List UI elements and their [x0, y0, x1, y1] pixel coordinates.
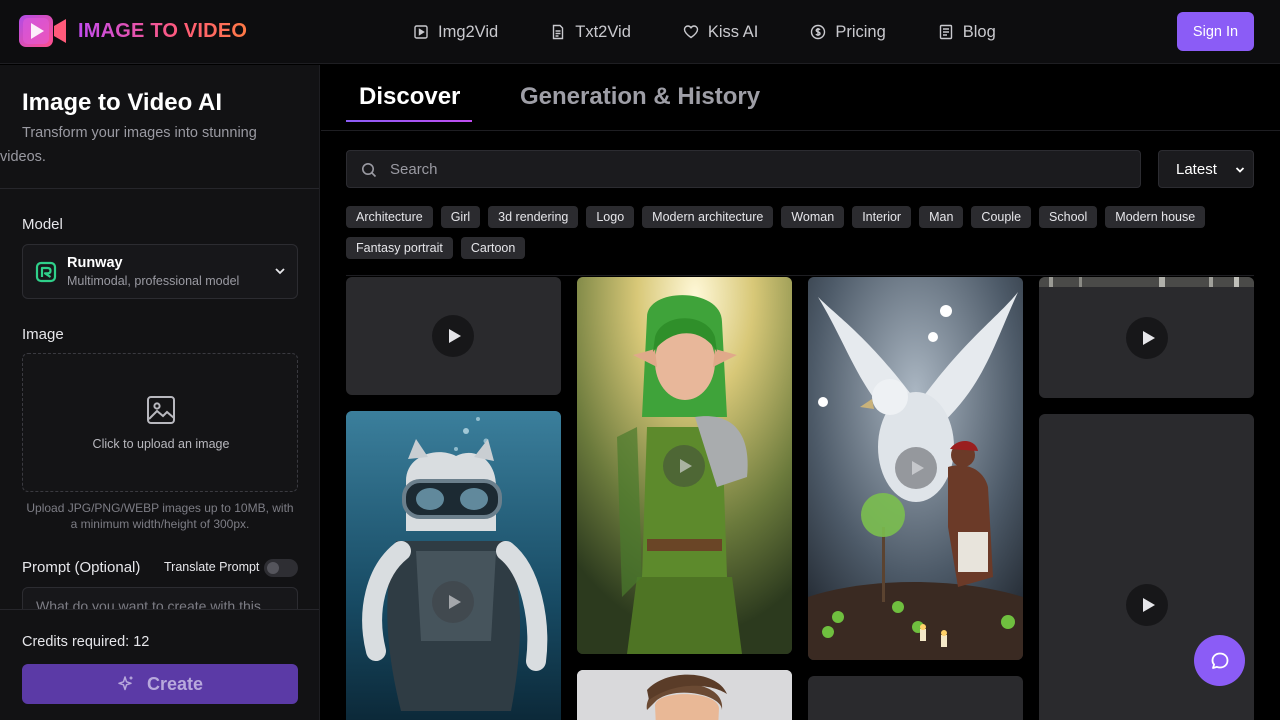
search-icon	[362, 163, 377, 178]
video-card[interactable]	[808, 676, 1023, 720]
tag-filter-list: Architecture Girl 3d rendering Logo Mode…	[346, 206, 1226, 259]
main-nav: Img2Vid Txt2Vid Kiss AI Pricing Blog	[413, 0, 1048, 64]
prompt-label: Prompt (Optional)	[22, 559, 141, 576]
gallery-top-divider	[346, 275, 1254, 276]
image-upload-dropzone[interactable]: Click to upload an image	[22, 353, 298, 492]
runway-logo-icon	[35, 261, 57, 283]
play-icon[interactable]	[663, 445, 705, 487]
tag-modern-architecture[interactable]: Modern architecture	[642, 206, 774, 228]
video-card[interactable]	[346, 411, 561, 720]
tag-man[interactable]: Man	[919, 206, 964, 228]
nav-txt2vid-label: Txt2Vid	[575, 22, 631, 41]
video-card[interactable]	[808, 277, 1023, 660]
tag-couple[interactable]: Couple	[971, 206, 1032, 228]
tag-interior[interactable]: Interior	[852, 206, 912, 228]
video-card[interactable]	[577, 277, 792, 654]
sort-select[interactable]: Latest	[1158, 150, 1254, 188]
translate-prompt-toggle[interactable]	[264, 559, 298, 577]
play-icon[interactable]	[432, 315, 474, 357]
tag-cartoon[interactable]: Cartoon	[460, 237, 526, 259]
tab-discover[interactable]: Discover	[359, 83, 460, 111]
active-tab-underline	[346, 120, 472, 122]
model-select[interactable]: Runway Multimodal, professional model	[22, 244, 298, 299]
chat-support-button[interactable]	[1194, 635, 1245, 686]
tab-generation-history[interactable]: Generation & History	[520, 83, 760, 111]
model-name: Runway	[67, 255, 123, 271]
sidebar-divider	[0, 188, 319, 189]
nav-txt2vid[interactable]: Txt2Vid	[550, 23, 631, 42]
upload-hint: Upload JPG/PNG/WEBP images up to 10MB, w…	[26, 501, 294, 531]
video-card[interactable]	[577, 670, 792, 720]
play-icon[interactable]	[1126, 317, 1168, 359]
chat-bubble-icon	[1211, 652, 1228, 669]
video-thumbnail-cartoon-man	[577, 670, 792, 720]
tag-girl[interactable]: Girl	[440, 206, 481, 228]
sidebar-title: Image to Video AI	[22, 89, 223, 116]
sidebar-subtitle: Transform your images into stunning vide…	[0, 125, 257, 165]
tabs-bar: Discover Generation & History	[321, 65, 1280, 131]
video-card[interactable]	[1039, 277, 1254, 398]
video-card[interactable]	[346, 277, 561, 395]
nav-kiss-ai[interactable]: Kiss AI	[683, 23, 758, 42]
video-thumbnail-diver-cat	[346, 411, 561, 720]
blog-icon	[939, 24, 952, 40]
document-icon	[553, 24, 564, 40]
tag-architecture[interactable]: Architecture	[346, 206, 433, 228]
nav-pricing-label: Pricing	[835, 22, 886, 41]
nav-blog[interactable]: Blog	[938, 23, 996, 42]
image-icon	[147, 396, 175, 424]
nav-pricing[interactable]: Pricing	[810, 22, 886, 42]
create-button[interactable]: Create	[22, 664, 298, 704]
tag-school[interactable]: School	[1039, 206, 1098, 228]
brand-name: IMAGE TO VIDEO	[78, 19, 248, 42]
sign-in-button[interactable]: Sign In	[1177, 12, 1254, 51]
play-icon[interactable]	[432, 581, 474, 623]
brand-logo-link[interactable]: IMAGE TO VIDEO	[17, 12, 247, 50]
play-icon[interactable]	[1126, 584, 1168, 626]
dollar-circle-icon	[811, 24, 826, 40]
sparkle-icon	[118, 676, 133, 691]
top-navigation-bar: IMAGE TO VIDEO Img2Vid Txt2Vid Kiss AI P…	[0, 0, 1280, 64]
sidebar-footer: Credits required: 12 Create	[0, 609, 319, 720]
tag-modern-house[interactable]: Modern house	[1105, 206, 1206, 228]
brand-logo-icon	[19, 15, 66, 47]
create-button-label: Create	[146, 673, 204, 694]
image-label: Image	[22, 326, 64, 343]
model-description: Multimodal, professional model	[67, 274, 240, 288]
video-thumbnail-city-strip	[1039, 277, 1254, 287]
nav-img2vid-label: Img2Vid	[438, 22, 499, 41]
heart-icon	[683, 25, 699, 39]
upload-text: Click to upload an image	[92, 437, 230, 451]
discover-panel: Discover Generation & History Search Lat…	[321, 65, 1280, 720]
tag-3d-rendering[interactable]: 3d rendering	[488, 206, 579, 228]
chevron-down-icon	[275, 268, 285, 275]
nav-blog-label: Blog	[962, 22, 996, 41]
search-placeholder: Search	[390, 161, 438, 178]
search-input[interactable]: Search	[346, 150, 1141, 188]
nav-kiss-ai-label: Kiss AI	[707, 22, 759, 41]
play-icon[interactable]	[895, 447, 937, 489]
model-label: Model	[22, 216, 63, 233]
chevron-down-icon	[1235, 167, 1245, 173]
generator-sidebar: Image to Video AI Transform your images …	[0, 65, 320, 720]
play-square-icon	[414, 25, 428, 39]
tag-fantasy-portrait[interactable]: Fantasy portrait	[346, 237, 453, 259]
sort-selected-value: Latest	[1176, 161, 1217, 178]
nav-img2vid[interactable]: Img2Vid	[413, 23, 498, 42]
credits-required: Credits required: 12	[22, 634, 150, 650]
tag-woman[interactable]: Woman	[781, 206, 845, 228]
tag-logo[interactable]: Logo	[586, 206, 635, 228]
translate-prompt-label: Translate Prompt	[164, 560, 260, 574]
